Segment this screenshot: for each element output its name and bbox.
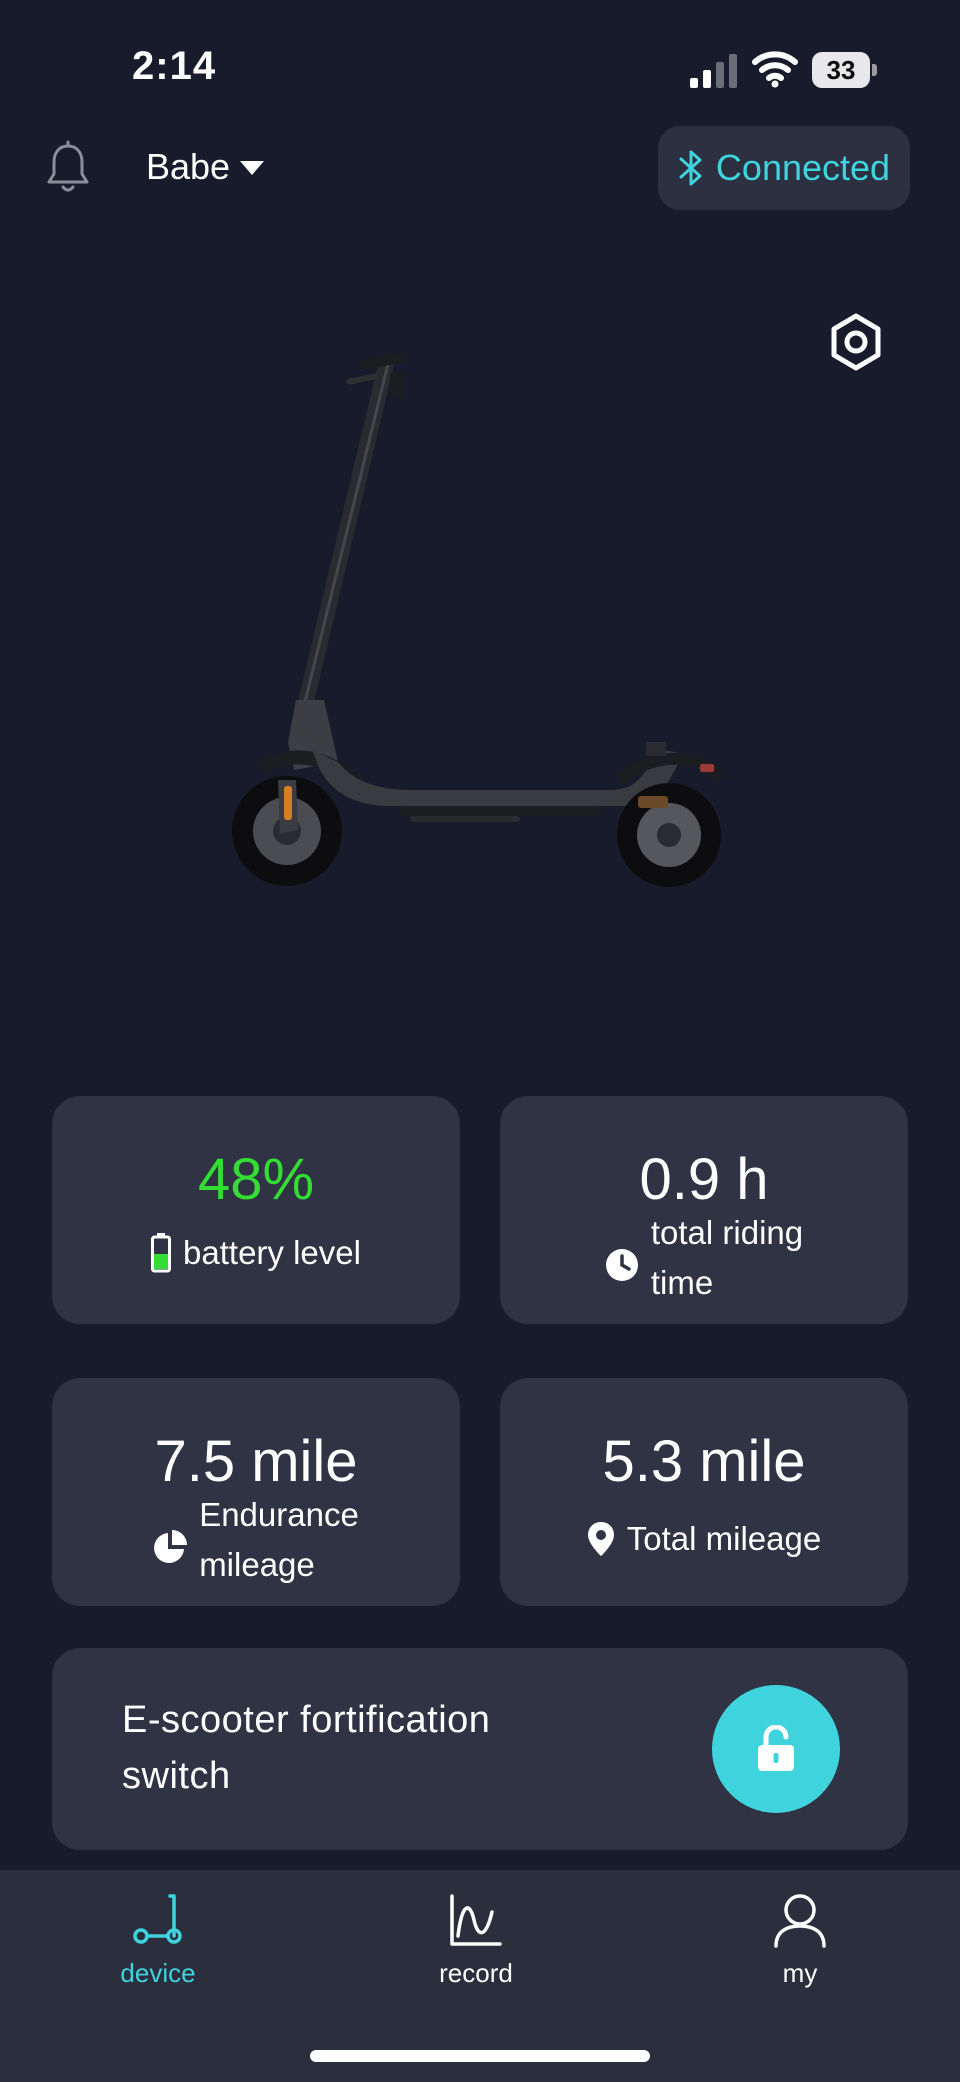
bell-icon[interactable] xyxy=(44,140,92,196)
nav-device[interactable]: device xyxy=(78,1892,238,1989)
battery-status-icon: 33 xyxy=(812,52,877,88)
connection-status-button[interactable]: Connected xyxy=(658,126,910,210)
caret-down-icon xyxy=(240,161,265,175)
nav-my[interactable]: my xyxy=(720,1892,880,1989)
profile-dropdown[interactable]: Babe xyxy=(146,146,265,188)
scooter-image xyxy=(232,352,726,887)
person-icon xyxy=(774,1894,826,1948)
bluetooth-icon xyxy=(679,150,702,186)
home-indicator xyxy=(310,2050,650,2062)
scooter-icon xyxy=(133,1894,182,1944)
endurance-mileage-label-line1: Endurance xyxy=(199,1496,359,1533)
connection-status-label: Connected xyxy=(715,147,891,188)
battery-level-card: 48% battery level xyxy=(52,1096,460,1324)
chart-line-icon xyxy=(450,1894,502,1946)
riding-time-value: 0.9 h xyxy=(639,1147,769,1212)
riding-time-label-line1: total riding xyxy=(650,1214,804,1251)
pie-chart-icon xyxy=(154,1530,188,1563)
nav-record-label: record xyxy=(439,1958,513,1988)
cellular-signal-icon xyxy=(690,54,737,88)
unlocked-padlock-icon xyxy=(758,1725,794,1771)
riding-time-label-line2: time xyxy=(650,1264,714,1301)
battery-level-value: 48% xyxy=(197,1147,315,1212)
battery-icon xyxy=(151,1233,172,1273)
riding-time-card: 0.9 h total riding time xyxy=(500,1096,908,1324)
profile-name: Babe xyxy=(146,146,231,187)
fortification-toggle-button[interactable] xyxy=(712,1685,840,1813)
fortification-label-line1: E-scooter fortification xyxy=(122,1699,491,1741)
nav-device-label: device xyxy=(120,1958,196,1988)
endurance-mileage-label-line2: mileage xyxy=(199,1546,315,1583)
total-mileage-label: Total mileage xyxy=(626,1520,822,1557)
wifi-icon xyxy=(752,51,798,88)
fortification-switch-card: E-scooter fortification switch xyxy=(52,1648,908,1850)
settings-icon[interactable] xyxy=(826,312,886,372)
total-mileage-value: 5.3 mile xyxy=(602,1429,806,1494)
battery-percent: 33 xyxy=(812,52,870,88)
total-mileage-card: 5.3 mile Total mileage xyxy=(500,1378,908,1606)
clock-icon xyxy=(605,1249,638,1281)
location-pin-icon xyxy=(587,1522,614,1556)
fortification-label-line2: switch xyxy=(122,1755,231,1797)
endurance-mileage-card: 7.5 mile Endurance mileage xyxy=(52,1378,460,1606)
endurance-mileage-value: 7.5 mile xyxy=(154,1429,358,1494)
battery-level-label: battery level xyxy=(183,1234,361,1271)
nav-my-label: my xyxy=(782,1958,818,1988)
nav-record[interactable]: record xyxy=(396,1892,556,1989)
status-time: 2:14 xyxy=(132,44,217,88)
